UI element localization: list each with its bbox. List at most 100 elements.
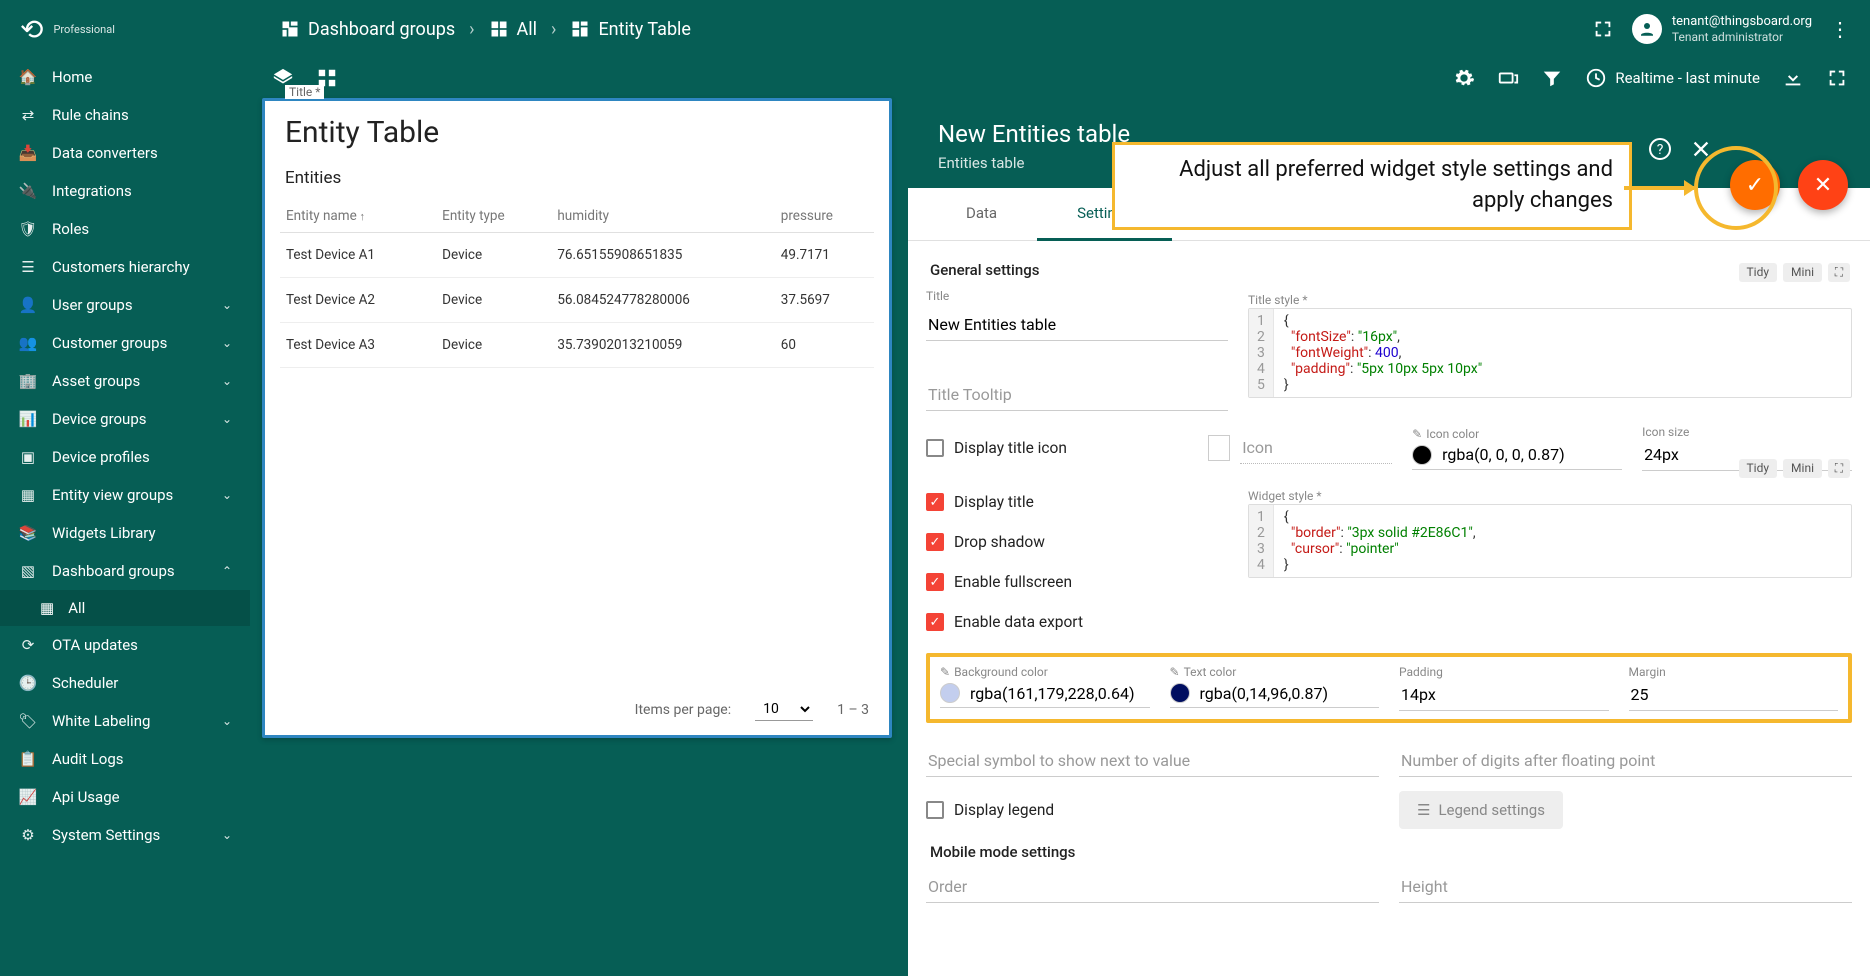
breadcrumb: Dashboard groups › All › Entity Table: [280, 19, 691, 40]
tab-data[interactable]: Data: [926, 188, 1037, 240]
help-icon[interactable]: ?: [1648, 137, 1672, 161]
title-style-code[interactable]: 12345 { "fontSize": "16px", "fontWeight"…: [1248, 308, 1852, 398]
tidy-button[interactable]: Tidy: [1739, 459, 1778, 478]
sidebar-item-white-labeling[interactable]: 🏷White Labeling⌄: [0, 702, 250, 740]
editor-header: New Entities table Entities table ? ✓ ✕ …: [908, 98, 1870, 188]
padding-input[interactable]: [1399, 679, 1609, 711]
convert-icon: 📥: [18, 144, 38, 162]
drop-shadow-checkbox[interactable]: ✓: [926, 533, 944, 551]
enable-export-checkbox[interactable]: ✓: [926, 613, 944, 631]
title-tooltip-input[interactable]: [926, 379, 1228, 411]
sidebar-item-api-usage[interactable]: 📈Api Usage: [0, 778, 250, 816]
display-title-checkbox[interactable]: ✓: [926, 493, 944, 511]
home-icon: 🏠: [18, 68, 38, 86]
tidy-button[interactable]: Tidy: [1739, 263, 1778, 282]
legend-settings-button[interactable]: ☰ Legend settings: [1399, 791, 1563, 829]
dashboard-canvas: Title * Entity Table Entities Entity nam…: [250, 98, 1870, 976]
mini-button[interactable]: Mini: [1783, 459, 1822, 478]
sidebar-item-widgets-library[interactable]: 📚Widgets Library: [0, 514, 250, 552]
fullscreen-code-button[interactable]: ⛶: [1828, 263, 1850, 282]
sidebar: 🏠Home⇄Rule chains📥Data converters🔌Integr…: [0, 58, 250, 976]
sidebar-item-customers-hierarchy[interactable]: ☰Customers hierarchy: [0, 248, 250, 286]
column-entity-name[interactable]: Entity name: [280, 200, 436, 233]
table-row[interactable]: Test Device A2Device56.08452477828000637…: [280, 278, 874, 323]
fullscreen-code-button[interactable]: ⛶: [1828, 459, 1850, 478]
sidebar-subitem-all[interactable]: ▦All: [0, 590, 250, 626]
user-role: Tenant administrator: [1672, 30, 1812, 44]
sidebar-item-device-groups[interactable]: 📊Device groups⌄: [0, 400, 250, 438]
icon-color-swatch: [1412, 445, 1432, 465]
entities-table-widget[interactable]: Title * Entity Table Entities Entity nam…: [262, 98, 892, 738]
tutorial-callout: Adjust all preferred widget style settin…: [1112, 142, 1632, 230]
column-humidity[interactable]: humidity: [551, 200, 774, 233]
column-pressure[interactable]: pressure: [775, 200, 874, 233]
sidebar-item-scheduler[interactable]: 🕒Scheduler: [0, 664, 250, 702]
sidebar-item-entity-view-groups[interactable]: ▦Entity view groups⌄: [0, 476, 250, 514]
fullscreen-icon[interactable]: [1592, 18, 1614, 40]
icon-preview[interactable]: [1208, 435, 1230, 461]
widgets-icon: 📚: [18, 524, 38, 542]
margin-input[interactable]: [1629, 679, 1839, 711]
topbar: ⟲ ThingsBoard Professional Dashboard gro…: [0, 0, 1870, 58]
mobile-height-input[interactable]: [1399, 871, 1852, 903]
shield-icon: 🛡: [18, 220, 38, 238]
timewindow[interactable]: Realtime - last minute: [1585, 67, 1760, 89]
download-icon[interactable]: [1782, 67, 1804, 89]
fullscreen-icon[interactable]: [1826, 67, 1848, 89]
entities-table: Entity nameEntity typehumiditypressure T…: [280, 200, 874, 368]
pager-ipp-label: Items per page:: [635, 702, 731, 718]
title-input[interactable]: [926, 309, 1228, 341]
user-menu[interactable]: tenant@thingsboard.org Tenant administra…: [1632, 14, 1812, 44]
icon-color-field[interactable]: rgba(0, 0, 0, 0.87): [1412, 441, 1622, 470]
widget-style-code[interactable]: 1234 { "border": "3px solid #2E86C1", "c…: [1248, 504, 1852, 578]
settings-icon[interactable]: [1453, 67, 1475, 89]
pager-ipp-select[interactable]: 10: [755, 698, 813, 721]
mobile-order-input[interactable]: [926, 871, 1379, 903]
display-legend-checkbox[interactable]: [926, 801, 944, 819]
filter-icon[interactable]: [1541, 67, 1563, 89]
sidebar-item-asset-groups[interactable]: 🏢Asset groups⌄: [0, 362, 250, 400]
entity-aliases-icon[interactable]: [1497, 67, 1519, 89]
breadcrumb-current[interactable]: Entity Table: [570, 19, 691, 40]
sched-icon: 🕒: [18, 674, 38, 692]
widget-subtitle: Entities: [265, 152, 889, 194]
column-entity-type[interactable]: Entity type: [436, 200, 551, 233]
special-symbol-input[interactable]: [926, 745, 1379, 777]
sidebar-item-customer-groups[interactable]: 👥Customer groups⌄: [0, 324, 250, 362]
logo[interactable]: ⟲ ThingsBoard Professional: [20, 13, 240, 46]
icon-input[interactable]: [1240, 432, 1392, 464]
sidebar-item-system-settings[interactable]: ⚙System Settings⌄: [0, 816, 250, 854]
breadcrumb-all[interactable]: All: [489, 19, 538, 40]
domain-icon: 🏢: [18, 372, 38, 390]
sidebar-item-rule-chains[interactable]: ⇄Rule chains: [0, 96, 250, 134]
text-color-field[interactable]: rgba(0,14,96,0.87): [1170, 679, 1380, 708]
chevron-down-icon: ⌄: [222, 488, 232, 502]
sidebar-item-data-converters[interactable]: 📥Data converters: [0, 134, 250, 172]
table-row[interactable]: Test Device A3Device35.7390201321005960: [280, 323, 874, 368]
breadcrumb-group[interactable]: Dashboard groups: [280, 19, 455, 40]
cancel-button[interactable]: ✕: [1798, 160, 1848, 210]
dashboards-icon: [280, 19, 300, 39]
sidebar-item-integrations[interactable]: 🔌Integrations: [0, 172, 250, 210]
sidebar-item-user-groups[interactable]: 👤User groups⌄: [0, 286, 250, 324]
sidebar-item-device-profiles[interactable]: ▣Device profiles: [0, 438, 250, 476]
grid-icon: ▦: [40, 599, 54, 617]
clock-icon: [1585, 67, 1607, 89]
sidebar-item-ota-updates[interactable]: ⟳OTA updates: [0, 626, 250, 664]
title-style-label: Title style *: [1248, 293, 1307, 307]
sidebar-item-home[interactable]: 🏠Home: [0, 58, 250, 96]
sidebar-item-audit-logs[interactable]: 📋Audit Logs: [0, 740, 250, 778]
close-icon[interactable]: [1690, 138, 1712, 160]
widget-title-hint: Title *: [285, 85, 324, 99]
person-icon: 👤: [18, 296, 38, 314]
background-color-field[interactable]: rgba(161,179,228,0.64): [940, 679, 1150, 708]
apply-button[interactable]: ✓: [1730, 160, 1780, 210]
digits-input[interactable]: [1399, 745, 1852, 777]
table-row[interactable]: Test Device A1Device76.6515590865183549.…: [280, 233, 874, 278]
sidebar-item-dashboard-groups[interactable]: ▧Dashboard groups⌃: [0, 552, 250, 590]
more-icon[interactable]: ⋮: [1830, 17, 1850, 41]
mini-button[interactable]: Mini: [1783, 263, 1822, 282]
sidebar-item-roles[interactable]: 🛡Roles: [0, 210, 250, 248]
enable-fullscreen-checkbox[interactable]: ✓: [926, 573, 944, 591]
display-title-icon-checkbox[interactable]: [926, 439, 944, 457]
